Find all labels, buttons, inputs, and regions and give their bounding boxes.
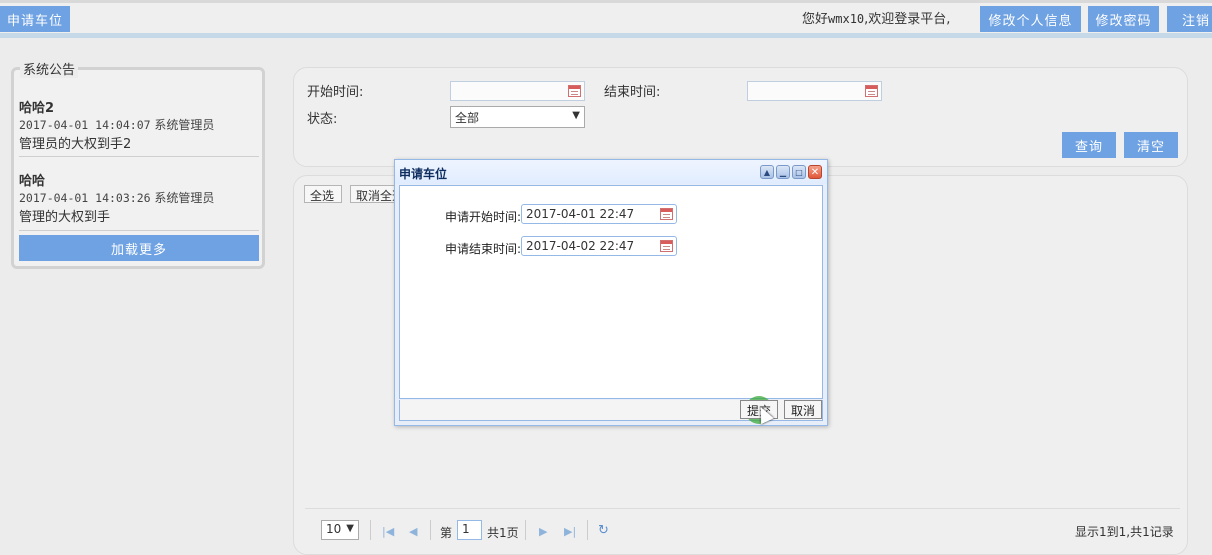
apply-end-input[interactable]: 2017-04-02 22:47 xyxy=(521,236,677,256)
select-all-button[interactable]: 全选 xyxy=(304,185,342,203)
start-time-input[interactable] xyxy=(450,81,585,101)
pager-divider xyxy=(430,520,431,540)
apply-start-value: 2017-04-01 22:47 xyxy=(526,207,635,221)
notice-legend: 系统公告 xyxy=(20,59,79,78)
first-page-icon[interactable]: |◀ xyxy=(382,525,394,538)
notice-datetime: 2017-04-01 14:03:26 xyxy=(19,191,151,205)
notice-divider xyxy=(19,230,259,231)
page-prefix: 第 xyxy=(440,526,453,540)
logout-button[interactable]: 注销 xyxy=(1167,6,1212,32)
chevron-down-icon: ▼ xyxy=(346,523,354,534)
notice-author: 系统管理员 xyxy=(154,191,215,205)
change-password-button[interactable]: 修改密码 xyxy=(1088,6,1159,32)
close-icon[interactable]: ✕ xyxy=(808,165,822,179)
apply-start-input[interactable]: 2017-04-01 22:47 xyxy=(521,204,677,224)
calendar-icon[interactable] xyxy=(660,240,673,252)
username: wmx10 xyxy=(828,12,865,26)
pager-divider xyxy=(370,520,371,540)
calendar-icon[interactable] xyxy=(568,85,581,97)
notice-body: 管理员的大权到手2 xyxy=(19,137,132,152)
pager-divider xyxy=(525,520,526,540)
cancel-button[interactable]: 取消 xyxy=(784,400,823,419)
end-time-input[interactable] xyxy=(747,81,882,101)
welcome-message: 您好wmx10,欢迎登录平台, xyxy=(802,8,950,27)
load-more-button[interactable]: 加载更多 xyxy=(19,235,259,261)
prev-page-icon[interactable]: ◀ xyxy=(409,525,417,538)
system-notice-panel: 系统公告 哈哈2 2017-04-01 14:04:07 系统管理员 管理员的大… xyxy=(11,59,265,269)
notice-author: 系统管理员 xyxy=(154,118,215,132)
page-total: 共1页 xyxy=(487,526,519,540)
search-button[interactable]: 查询 xyxy=(1062,132,1116,158)
refresh-icon[interactable]: ↻ xyxy=(598,523,609,538)
welcome-prefix: 您好 xyxy=(802,12,829,27)
pager-divider xyxy=(587,520,588,540)
last-page-icon[interactable]: ▶| xyxy=(564,525,576,538)
end-time-label: 结束时间: xyxy=(604,85,661,100)
page-number-input[interactable]: 1 xyxy=(457,520,482,540)
query-panel xyxy=(293,67,1188,167)
status-label: 状态: xyxy=(307,112,338,127)
notice-item[interactable]: 哈哈2 2017-04-01 14:04:07 系统管理员 管理员的大权到手2 xyxy=(19,97,259,152)
welcome-suffix: ,欢迎登录平台, xyxy=(864,12,951,27)
notice-item[interactable]: 哈哈 2017-04-01 14:03:26 系统管理员 管理的大权到手 xyxy=(19,170,259,225)
apply-end-label: 申请结束时间: xyxy=(445,242,522,256)
apply-start-label: 申请开始时间: xyxy=(445,210,522,224)
minimize-icon[interactable]: ▁ xyxy=(776,165,790,179)
dialog-title: 申请车位 xyxy=(399,167,448,181)
record-summary: 显示1到1,共1记录 xyxy=(1075,525,1174,539)
maximize-icon[interactable]: □ xyxy=(792,165,806,179)
apply-parking-button[interactable]: 申请车位 xyxy=(0,6,70,32)
chevron-down-icon: ▼ xyxy=(572,110,580,121)
pagination-bar xyxy=(305,508,1180,548)
notice-meta: 2017-04-01 14:04:07 系统管理员 xyxy=(19,116,259,133)
notice-body: 管理的大权到手 xyxy=(19,210,111,225)
collapse-icon[interactable]: ▲ xyxy=(760,165,774,179)
edit-profile-button[interactable]: 修改个人信息 xyxy=(980,6,1081,32)
notice-datetime: 2017-04-01 14:04:07 xyxy=(19,118,151,132)
calendar-icon[interactable] xyxy=(865,85,878,97)
dialog-body: 申请开始时间: 2017-04-01 22:47 申请结束时间: 2017-04… xyxy=(399,185,823,399)
page-size-select[interactable]: 10 ▼ xyxy=(321,520,359,540)
status-select[interactable]: 全部 ▼ xyxy=(450,106,585,128)
apply-end-value: 2017-04-02 22:47 xyxy=(526,239,635,253)
notice-title: 哈哈 xyxy=(19,174,46,189)
calendar-icon[interactable] xyxy=(660,208,673,220)
top-bar-divider xyxy=(0,33,1212,38)
dialog-header[interactable]: 申请车位 ▲ ▁ □ ✕ xyxy=(395,160,827,184)
notice-divider xyxy=(19,156,259,157)
start-time-label: 开始时间: xyxy=(307,85,364,100)
apply-parking-dialog: 申请车位 ▲ ▁ □ ✕ 申请开始时间: 2017-04-01 22:47 申请… xyxy=(394,159,828,426)
notice-title: 哈哈2 xyxy=(19,101,55,116)
status-value: 全部 xyxy=(455,111,480,125)
page-size-value: 10 xyxy=(326,522,342,536)
notice-meta: 2017-04-01 14:03:26 系统管理员 xyxy=(19,189,259,206)
next-page-icon[interactable]: ▶ xyxy=(539,525,547,538)
clear-button[interactable]: 清空 xyxy=(1124,132,1178,158)
